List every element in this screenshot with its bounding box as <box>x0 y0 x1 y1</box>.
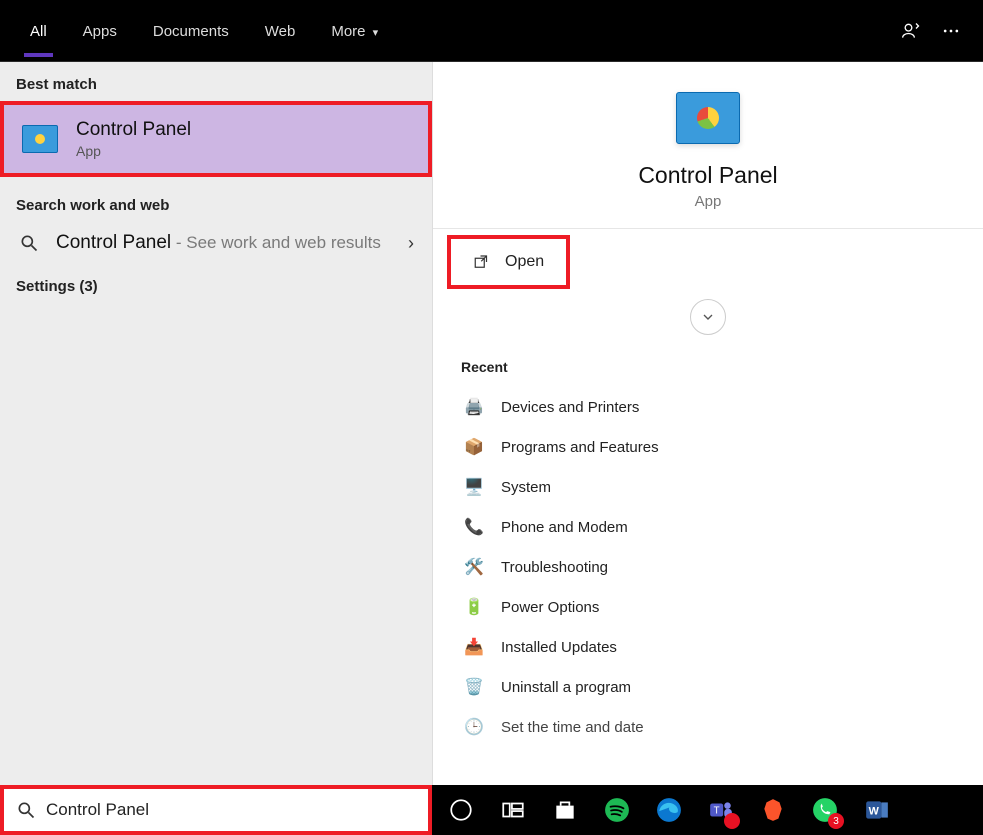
update-icon: 📥 <box>463 636 485 658</box>
store-icon[interactable] <box>544 789 586 831</box>
search-filter-tabs: All Apps Documents Web More ▾ <box>0 0 983 62</box>
web-item-text: Control Panel - See work and web results <box>56 232 392 254</box>
tab-apps[interactable]: Apps <box>65 7 135 54</box>
preview-subtitle: App <box>453 193 963 210</box>
more-options-icon[interactable] <box>931 11 971 51</box>
recent-item-phone-modem[interactable]: 📞 Phone and Modem <box>461 507 955 547</box>
best-match-result[interactable]: Control Panel App <box>0 101 432 177</box>
recent-item-installed-updates[interactable]: 📥 Installed Updates <box>461 627 955 667</box>
tab-all[interactable]: All <box>12 7 65 54</box>
wrench-icon: 🛠️ <box>463 556 485 578</box>
preview-panel: Control Panel App Open Recent 🖨️ Devices… <box>432 62 983 785</box>
search-icon <box>18 233 40 253</box>
recent-item-devices-printers[interactable]: 🖨️ Devices and Printers <box>461 387 955 427</box>
preview-title: Control Panel <box>453 162 963 189</box>
taskbar: T W <box>432 785 983 835</box>
search-input[interactable] <box>46 800 416 820</box>
best-match-title: Control Panel <box>76 119 191 141</box>
open-label: Open <box>505 253 544 271</box>
svg-text:W: W <box>869 805 880 817</box>
feedback-icon[interactable] <box>891 11 931 51</box>
edge-icon[interactable] <box>648 789 690 831</box>
box-icon: 📦 <box>463 436 485 458</box>
clock-icon: 🕒 <box>463 716 485 738</box>
work-web-label: Search work and web <box>0 183 432 222</box>
tab-web[interactable]: Web <box>247 7 314 54</box>
recent-item-set-time-date[interactable]: 🕒 Set the time and date <box>461 707 955 747</box>
cortana-icon[interactable] <box>440 789 482 831</box>
control-panel-large-icon <box>676 92 740 144</box>
teams-icon[interactable]: T <box>700 789 742 831</box>
task-view-icon[interactable] <box>492 789 534 831</box>
recent-item-power-options[interactable]: 🔋 Power Options <box>461 587 955 627</box>
monitor-icon: 🖥️ <box>463 476 485 498</box>
recent-item-troubleshooting[interactable]: 🛠️ Troubleshooting <box>461 547 955 587</box>
uninstall-icon: 🗑️ <box>463 676 485 698</box>
brave-icon[interactable] <box>752 789 794 831</box>
open-icon <box>473 253 491 271</box>
results-panel: Best match Control Panel App Search work… <box>0 62 432 785</box>
recent-label: Recent <box>461 359 955 375</box>
web-search-item[interactable]: Control Panel - See work and web results… <box>0 222 432 264</box>
chevron-right-icon: › <box>408 233 414 254</box>
tab-documents[interactable]: Documents <box>135 7 247 54</box>
chevron-down-icon <box>700 309 716 325</box>
chevron-down-icon: ▾ <box>370 27 379 39</box>
search-box[interactable] <box>0 785 432 835</box>
control-panel-icon <box>22 125 58 153</box>
settings-results-label[interactable]: Settings (3) <box>0 264 432 309</box>
whatsapp-icon[interactable] <box>804 789 846 831</box>
open-action[interactable]: Open <box>447 235 570 289</box>
best-match-subtitle: App <box>76 143 191 159</box>
recent-item-system[interactable]: 🖥️ System <box>461 467 955 507</box>
phone-icon: 📞 <box>463 516 485 538</box>
recent-item-programs-features[interactable]: 📦 Programs and Features <box>461 427 955 467</box>
power-icon: 🔋 <box>463 596 485 618</box>
word-icon[interactable]: W <box>856 789 898 831</box>
printer-icon: 🖨️ <box>463 396 485 418</box>
tab-more[interactable]: More ▾ <box>313 7 396 54</box>
search-icon <box>16 800 36 820</box>
recent-item-uninstall-program[interactable]: 🗑️ Uninstall a program <box>461 667 955 707</box>
svg-text:T: T <box>714 805 720 816</box>
expand-button[interactable] <box>690 299 726 335</box>
spotify-icon[interactable] <box>596 789 638 831</box>
best-match-label: Best match <box>0 62 432 101</box>
